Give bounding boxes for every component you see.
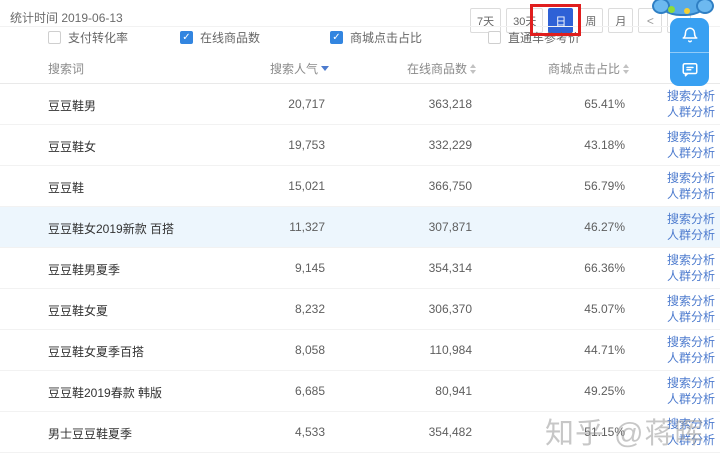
popularity-value: 9,145 — [294, 261, 325, 275]
search-analysis-link[interactable]: 搜索分析 — [667, 375, 715, 391]
online-items-value: 363,218 — [428, 97, 472, 111]
mall-click-ratio-value: 45.07% — [584, 302, 625, 316]
table-row: 男士豆豆鞋夏季 4,533 354,482 51.15% 搜索分析 人群分析 — [0, 412, 720, 453]
search-analysis-link[interactable]: 搜索分析 — [667, 252, 715, 268]
mall-click-ratio-value: 56.79% — [584, 179, 625, 193]
mall-click-ratio-value: 43.18% — [584, 138, 625, 152]
popularity-value: 8,232 — [294, 302, 325, 316]
mall-click-ratio-value: 66.36% — [584, 261, 625, 275]
table-header-row: 搜索词 搜索人气 在线商品数 商城点击占比 — [0, 50, 720, 84]
search-term: 豆豆鞋2019春款 韩版 — [48, 386, 163, 400]
column-header-term: 搜索词 — [48, 62, 85, 76]
table-row: 豆豆鞋男夏季 9,145 354,314 66.36% 搜索分析 人群分析 — [0, 248, 720, 289]
mall-click-ratio-value: 49.25% — [584, 384, 625, 398]
online-items-value: 354,314 — [428, 261, 472, 275]
sort-toggle-icon[interactable] — [623, 63, 629, 74]
table-row: 豆豆鞋女 19,753 332,229 43.18% 搜索分析 人群分析 — [0, 125, 720, 166]
filter-label: 商城点击占比 — [350, 31, 423, 45]
search-term: 豆豆鞋男 — [48, 99, 97, 113]
search-term: 豆豆鞋女夏 — [48, 304, 109, 318]
audience-analysis-link[interactable]: 人群分析 — [667, 104, 715, 120]
checkbox-unchecked-icon[interactable] — [488, 31, 501, 44]
popularity-value: 6,685 — [294, 384, 325, 398]
popularity-value: 20,717 — [288, 97, 325, 111]
audience-analysis-link[interactable]: 人群分析 — [667, 227, 715, 243]
table-row: 豆豆鞋女夏 8,232 306,370 45.07% 搜索分析 人群分析 — [0, 289, 720, 330]
audience-analysis-link[interactable]: 人群分析 — [667, 145, 715, 161]
audience-analysis-link[interactable]: 人群分析 — [667, 186, 715, 202]
search-term: 豆豆鞋女2019新款 百搭 — [48, 222, 175, 236]
table-row: 豆豆鞋2019春款 韩版 6,685 80,941 49.25% 搜索分析 人群分… — [0, 371, 720, 412]
online-items-value: 354,482 — [428, 425, 472, 439]
search-term: 男士豆豆鞋夏季 — [48, 427, 133, 441]
mall-click-ratio-value: 46.27% — [584, 220, 625, 234]
table-row: 豆豆鞋女夏季百搭 8,058 110,984 44.71% 搜索分析 人群分析 — [0, 330, 720, 371]
search-analysis-link[interactable]: 搜索分析 — [667, 334, 715, 350]
filter-mall-click-ratio[interactable]: ✓ 商城点击占比 — [330, 29, 422, 46]
sort-toggle-icon[interactable] — [470, 63, 476, 74]
popularity-value: 11,327 — [289, 220, 325, 234]
audience-analysis-link[interactable]: 人群分析 — [667, 350, 715, 366]
stat-time-label: 统计时间 2019-06-13 — [10, 11, 123, 25]
search-term: 豆豆鞋女 — [48, 140, 97, 154]
popularity-value: 4,533 — [294, 425, 325, 439]
search-analysis-link[interactable]: 搜索分析 — [667, 88, 715, 104]
mascot-dot-yellow — [684, 8, 690, 14]
popularity-value: 8,058 — [294, 343, 325, 357]
search-term: 豆豆鞋男夏季 — [48, 263, 121, 277]
audience-analysis-link[interactable]: 人群分析 — [667, 432, 715, 448]
search-analysis-link[interactable]: 搜索分析 — [667, 129, 715, 145]
column-header-popularity[interactable]: 搜索人气 — [270, 60, 329, 77]
filter-label: 支付转化率 — [68, 31, 129, 45]
filter-online-items[interactable]: ✓ 在线商品数 — [180, 29, 260, 46]
table-body: 豆豆鞋男 20,717 363,218 65.41% 搜索分析 人群分析 豆豆鞋女… — [0, 84, 720, 453]
filter-ztc-reference-price[interactable]: 直通车参考价 — [488, 29, 580, 46]
mall-click-ratio-value: 65.41% — [584, 97, 625, 111]
popularity-value: 15,021 — [288, 179, 325, 193]
checkbox-unchecked-icon[interactable] — [48, 31, 61, 44]
filter-pay-conversion[interactable]: 支付转化率 — [48, 29, 128, 46]
search-analysis-link[interactable]: 搜索分析 — [667, 416, 715, 432]
online-items-value: 366,750 — [428, 179, 472, 193]
search-term-analysis-page: 统计时间 2019-06-13 7天 30天 日 周 月 < > — [0, 0, 720, 460]
metric-filter-row: 支付转化率 ✓ 在线商品数 ✓ 商城点击占比 直通车参考价 — [0, 26, 720, 48]
filter-label: 直通车参考价 — [508, 31, 581, 45]
mascot-hand-right — [696, 0, 714, 14]
audience-analysis-link[interactable]: 人群分析 — [667, 391, 715, 407]
sort-desc-icon[interactable] — [321, 66, 329, 71]
mall-click-ratio-value: 44.71% — [584, 343, 625, 357]
chat-bubble-icon — [682, 63, 697, 77]
mascot-dot-green — [668, 6, 675, 13]
checkbox-checked-icon[interactable]: ✓ — [180, 31, 193, 44]
online-items-value: 306,370 — [428, 302, 472, 316]
notification-bell-button[interactable] — [670, 18, 709, 52]
audience-analysis-link[interactable]: 人群分析 — [667, 309, 715, 325]
filter-label: 在线商品数 — [200, 31, 261, 45]
online-items-value: 80,941 — [435, 384, 472, 398]
popularity-value: 19,753 — [288, 138, 325, 152]
table-row: 豆豆鞋男 20,717 363,218 65.41% 搜索分析 人群分析 — [0, 84, 720, 125]
search-analysis-link[interactable]: 搜索分析 — [667, 170, 715, 186]
online-items-value: 332,229 — [428, 138, 472, 152]
online-items-value: 307,871 — [428, 220, 472, 234]
floating-action-widget — [670, 18, 709, 86]
audience-analysis-link[interactable]: 人群分析 — [667, 268, 715, 284]
column-header-online-items[interactable]: 在线商品数 — [407, 60, 476, 77]
table-row-highlighted: 豆豆鞋女2019新款 百搭 11,327 307,871 46.27% 搜索分析… — [0, 207, 720, 248]
checkbox-checked-icon[interactable]: ✓ — [330, 31, 343, 44]
online-items-value: 110,984 — [429, 343, 473, 357]
search-term: 豆豆鞋 — [48, 181, 85, 195]
bell-icon — [682, 27, 697, 43]
search-analysis-link[interactable]: 搜索分析 — [667, 293, 715, 309]
table-row: 豆豆鞋 15,021 366,750 56.79% 搜索分析 人群分析 — [0, 166, 720, 207]
search-analysis-link[interactable]: 搜索分析 — [667, 211, 715, 227]
search-term: 豆豆鞋女夏季百搭 — [48, 345, 145, 359]
column-header-mall-click-ratio[interactable]: 商城点击占比 — [548, 60, 629, 77]
mall-click-ratio-value: 51.15% — [584, 425, 625, 439]
chat-message-button[interactable] — [670, 51, 709, 87]
